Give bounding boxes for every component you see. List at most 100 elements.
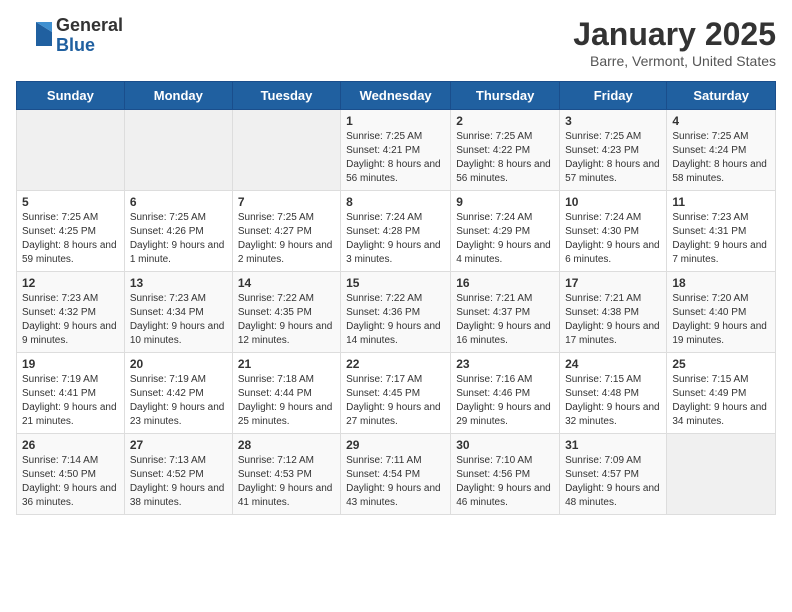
calendar-week-row: 1Sunrise: 7:25 AM Sunset: 4:21 PM Daylig… <box>17 110 776 191</box>
day-number: 12 <box>22 276 119 290</box>
page-header: General Blue January 2025 Barre, Vermont… <box>16 16 776 69</box>
day-number: 5 <box>22 195 119 209</box>
calendar-cell: 5 Sunrise: 7:25 AM Sunset: 4:25 PM Daylig… <box>17 191 125 272</box>
day-detail: Sunrise: 7:13 AM Sunset: 4:52 PM Dayligh… <box>130 454 227 510</box>
day-number: 14 <box>238 276 335 290</box>
day-number: 27 <box>130 438 227 452</box>
day-number: 29 <box>346 438 445 452</box>
calendar-cell: 11 Sunrise: 7:23 AM Sunset: 4:31 PM Dayli… <box>667 191 776 272</box>
calendar-cell: 18 Sunrise: 7:20 AM Sunset: 4:40 PM Dayli… <box>667 272 776 353</box>
day-number: 17 <box>565 276 661 290</box>
day-detail: Sunrise: 7:25 AM Sunset: 4:25 PM Dayligh… <box>22 211 119 267</box>
day-number: 18 <box>672 276 770 290</box>
day-detail: Sunrise: 7:23 AM Sunset: 4:34 PM Dayligh… <box>130 292 227 348</box>
day-number: 30 <box>456 438 554 452</box>
calendar-cell: 21 Sunrise: 7:18 AM Sunset: 4:44 PM Dayli… <box>232 353 340 434</box>
day-number: 20 <box>130 357 227 371</box>
calendar-cell: 31 Sunrise: 7:09 AM Sunset: 4:57 PM Dayli… <box>560 434 667 515</box>
calendar-cell: 25Sunrise: 7:15 AM Sunset: 4:49 PM Dayli… <box>667 353 776 434</box>
day-number: 3 <box>565 114 661 128</box>
day-number: 21 <box>238 357 335 371</box>
calendar-week-row: 19 Sunrise: 7:19 AM Sunset: 4:41 PM Dayli… <box>17 353 776 434</box>
day-of-week-header: Wednesday <box>341 82 451 110</box>
day-number: 10 <box>565 195 661 209</box>
calendar-cell: 7 Sunrise: 7:25 AM Sunset: 4:27 PM Daylig… <box>232 191 340 272</box>
day-number: 7 <box>238 195 335 209</box>
day-number: 22 <box>346 357 445 371</box>
calendar-week-row: 12Sunrise: 7:23 AM Sunset: 4:32 PM Dayli… <box>17 272 776 353</box>
logo-general-text: General <box>56 16 123 36</box>
calendar-cell: 3 Sunrise: 7:25 AM Sunset: 4:23 PM Daylig… <box>560 110 667 191</box>
day-number: 4 <box>672 114 770 128</box>
logo-blue-text: Blue <box>56 36 123 56</box>
logo: General Blue <box>16 16 123 56</box>
day-detail: Sunrise: 7:22 AM Sunset: 4:35 PM Dayligh… <box>238 292 335 348</box>
day-detail: Sunrise: 7:21 AM Sunset: 4:37 PM Dayligh… <box>456 292 554 348</box>
day-detail: Sunrise: 7:15 AM Sunset: 4:48 PM Dayligh… <box>565 373 661 429</box>
calendar-cell: 28 Sunrise: 7:12 AM Sunset: 4:53 PM Dayli… <box>232 434 340 515</box>
day-detail: Sunrise: 7:23 AM Sunset: 4:31 PM Dayligh… <box>672 211 770 267</box>
day-number: 13 <box>130 276 227 290</box>
day-detail: Sunrise: 7:21 AM Sunset: 4:38 PM Dayligh… <box>565 292 661 348</box>
day-detail: Sunrise: 7:18 AM Sunset: 4:44 PM Dayligh… <box>238 373 335 429</box>
day-number: 24 <box>565 357 661 371</box>
calendar-cell: 2Sunrise: 7:25 AM Sunset: 4:22 PM Daylig… <box>451 110 560 191</box>
calendar-week-row: 5 Sunrise: 7:25 AM Sunset: 4:25 PM Daylig… <box>17 191 776 272</box>
day-detail: Sunrise: 7:20 AM Sunset: 4:40 PM Dayligh… <box>672 292 770 348</box>
day-detail: Sunrise: 7:25 AM Sunset: 4:27 PM Dayligh… <box>238 211 335 267</box>
day-number: 19 <box>22 357 119 371</box>
day-detail: Sunrise: 7:15 AM Sunset: 4:49 PM Dayligh… <box>672 373 770 429</box>
calendar-cell: 26Sunrise: 7:14 AM Sunset: 4:50 PM Dayli… <box>17 434 125 515</box>
day-detail: Sunrise: 7:19 AM Sunset: 4:41 PM Dayligh… <box>22 373 119 429</box>
calendar-week-row: 26Sunrise: 7:14 AM Sunset: 4:50 PM Dayli… <box>17 434 776 515</box>
calendar-cell <box>232 110 340 191</box>
month-title: January 2025 <box>573 16 776 53</box>
day-of-week-header: Thursday <box>451 82 560 110</box>
day-of-week-header: Monday <box>124 82 232 110</box>
calendar-cell <box>124 110 232 191</box>
calendar-cell <box>17 110 125 191</box>
day-number: 15 <box>346 276 445 290</box>
calendar-cell: 1Sunrise: 7:25 AM Sunset: 4:21 PM Daylig… <box>341 110 451 191</box>
day-number: 23 <box>456 357 554 371</box>
calendar-cell: 9 Sunrise: 7:24 AM Sunset: 4:29 PM Daylig… <box>451 191 560 272</box>
day-detail: Sunrise: 7:25 AM Sunset: 4:26 PM Dayligh… <box>130 211 227 267</box>
location: Barre, Vermont, United States <box>573 53 776 69</box>
day-number: 31 <box>565 438 661 452</box>
day-number: 28 <box>238 438 335 452</box>
logo-icon <box>16 18 52 54</box>
day-number: 9 <box>456 195 554 209</box>
day-of-week-header: Friday <box>560 82 667 110</box>
day-detail: Sunrise: 7:09 AM Sunset: 4:57 PM Dayligh… <box>565 454 661 510</box>
day-detail: Sunrise: 7:17 AM Sunset: 4:45 PM Dayligh… <box>346 373 445 429</box>
day-number: 26 <box>22 438 119 452</box>
day-of-week-header: Saturday <box>667 82 776 110</box>
day-detail: Sunrise: 7:24 AM Sunset: 4:30 PM Dayligh… <box>565 211 661 267</box>
calendar-cell: 6Sunrise: 7:25 AM Sunset: 4:26 PM Daylig… <box>124 191 232 272</box>
day-detail: Sunrise: 7:16 AM Sunset: 4:46 PM Dayligh… <box>456 373 554 429</box>
day-detail: Sunrise: 7:24 AM Sunset: 4:29 PM Dayligh… <box>456 211 554 267</box>
calendar-cell: 13 Sunrise: 7:23 AM Sunset: 4:34 PM Dayli… <box>124 272 232 353</box>
calendar-header-row: SundayMondayTuesdayWednesdayThursdayFrid… <box>17 82 776 110</box>
day-detail: Sunrise: 7:19 AM Sunset: 4:42 PM Dayligh… <box>130 373 227 429</box>
day-detail: Sunrise: 7:24 AM Sunset: 4:28 PM Dayligh… <box>346 211 445 267</box>
calendar-cell: 24 Sunrise: 7:15 AM Sunset: 4:48 PM Dayli… <box>560 353 667 434</box>
title-block: January 2025 Barre, Vermont, United Stat… <box>573 16 776 69</box>
calendar-cell: 16 Sunrise: 7:21 AM Sunset: 4:37 PM Dayli… <box>451 272 560 353</box>
calendar-cell: 29 Sunrise: 7:11 AM Sunset: 4:54 PM Dayli… <box>341 434 451 515</box>
calendar-table: SundayMondayTuesdayWednesdayThursdayFrid… <box>16 81 776 515</box>
day-number: 1 <box>346 114 445 128</box>
calendar-cell <box>667 434 776 515</box>
logo-text: General Blue <box>56 16 123 56</box>
day-detail: Sunrise: 7:25 AM Sunset: 4:23 PM Dayligh… <box>565 130 661 186</box>
day-number: 8 <box>346 195 445 209</box>
day-number: 16 <box>456 276 554 290</box>
calendar-cell: 14 Sunrise: 7:22 AM Sunset: 4:35 PM Dayli… <box>232 272 340 353</box>
day-detail: Sunrise: 7:25 AM Sunset: 4:24 PM Dayligh… <box>672 130 770 186</box>
day-detail: Sunrise: 7:12 AM Sunset: 4:53 PM Dayligh… <box>238 454 335 510</box>
calendar-cell: 10 Sunrise: 7:24 AM Sunset: 4:30 PM Dayli… <box>560 191 667 272</box>
calendar-cell: 15Sunrise: 7:22 AM Sunset: 4:36 PM Dayli… <box>341 272 451 353</box>
day-detail: Sunrise: 7:11 AM Sunset: 4:54 PM Dayligh… <box>346 454 445 510</box>
day-number: 11 <box>672 195 770 209</box>
calendar-cell: 22 Sunrise: 7:17 AM Sunset: 4:45 PM Dayli… <box>341 353 451 434</box>
